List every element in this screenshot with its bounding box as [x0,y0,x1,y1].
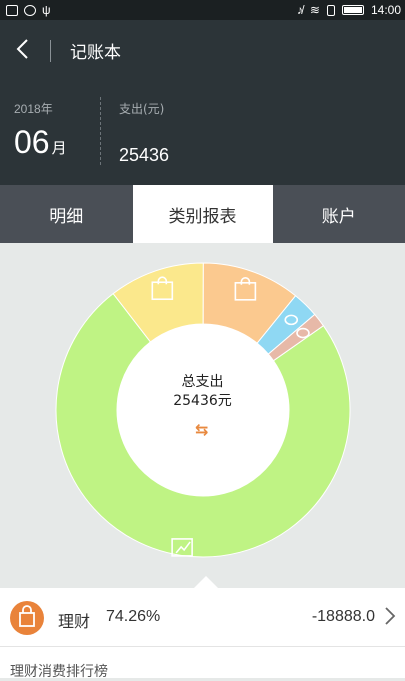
category-icon-badge [10,601,44,635]
month-value: 06 [14,124,50,160]
page-title: 记账本 [70,38,121,63]
mute-icon: ♪̸ [297,3,303,17]
year-label[interactable]: 2018年 [14,100,53,117]
status-bar: ψ ♪̸ ≋ 14:00 [0,0,405,20]
ranking-title: 理财消费排行榜 [10,661,108,681]
image-notification-icon [6,5,18,16]
category-amount: -18888.0 [312,608,375,626]
nav-divider [50,40,51,62]
category-name: 理财 [58,608,90,632]
shopping-bag-icon [10,601,44,635]
status-left-icons: ψ [0,3,51,17]
summary-divider [100,97,101,165]
status-right-icons: ♪̸ ≋ 14:00 [297,3,405,17]
header: 记账本 2018年 06月 支出(元) 25436 [0,20,405,185]
sync-notification-icon [24,5,36,16]
tab-account[interactable]: 账户 [273,185,405,243]
divider [0,646,405,647]
battery-icon [342,5,364,15]
status-time: 14:00 [371,3,401,17]
expense-value: 25436 [119,145,169,166]
total-expense-label: 总支出 [0,373,405,392]
back-button[interactable] [12,36,36,62]
sim-icon [327,5,335,16]
expense-label: 支出(元) [119,100,164,117]
tab-detail[interactable]: 明细 [0,185,133,243]
chevron-left-icon [12,36,36,62]
wifi-icon: ≋ [310,3,320,17]
chevron-right-icon [383,605,397,627]
month-selector[interactable]: 06月 [14,124,67,161]
nav-bar: 记账本 [0,20,405,76]
swap-icon[interactable]: ⇆ [195,420,208,439]
chart-center-label: 总支出 25436元 [0,373,405,411]
category-percent: 74.26% [106,608,160,626]
tab-bar: 明细 类别报表 账户 [0,185,405,243]
category-detail-panel: 理财 74.26% -18888.0 理财消费排行榜 [0,588,405,678]
selection-pointer [194,576,218,588]
donut-chart [0,243,405,588]
selected-category-row[interactable]: 理财 74.26% -18888.0 [0,588,405,646]
total-expense-value: 25436元 [0,392,405,411]
usb-icon: ψ [42,3,51,17]
tab-category-report[interactable]: 类别报表 [133,185,273,243]
chart-area: 总支出 25436元 ⇆ [0,243,405,588]
month-unit: 月 [52,139,67,157]
